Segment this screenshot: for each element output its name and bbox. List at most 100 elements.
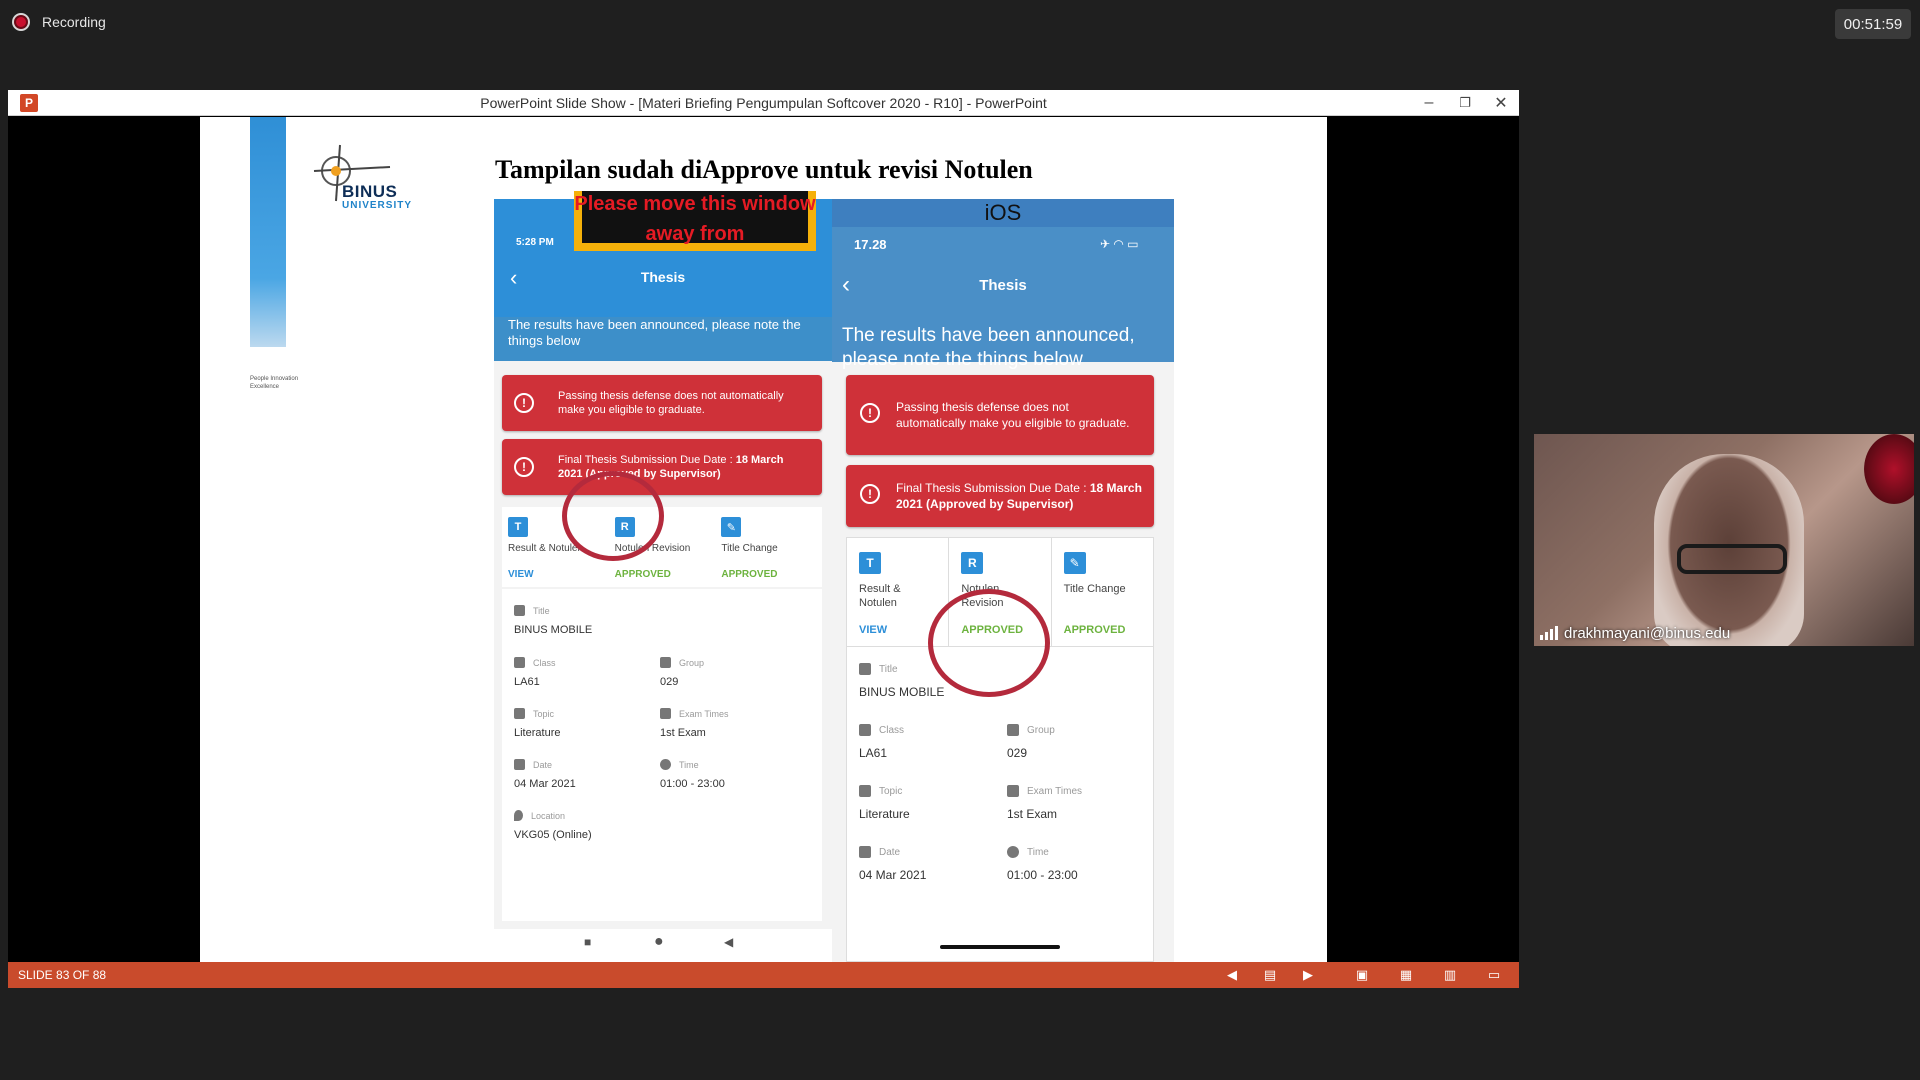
previous-slide-icon[interactable]: ◀	[1224, 967, 1240, 983]
group-icon	[660, 657, 671, 668]
tile-label: Title Change	[1063, 583, 1126, 595]
binus-logo-name: BINUS	[342, 182, 398, 201]
slide-counter: SLIDE 83 OF 88	[18, 968, 107, 982]
restore-button[interactable]: ❐	[1447, 90, 1483, 116]
android-alert-graduate: ! Passing thesis defense does not automa…	[502, 375, 822, 431]
detail-time: Time 01:00 - 23:00	[1007, 846, 1078, 882]
clock-icon	[660, 759, 671, 770]
decorative-strip	[250, 117, 286, 347]
notes-icon[interactable]: ▤	[1262, 967, 1278, 983]
binus-logo-sub: UNIVERSITY	[342, 200, 413, 211]
powerpoint-window: P PowerPoint Slide Show - [Materi Briefi…	[8, 90, 1519, 988]
participant-video[interactable]: drakhmayani@binus.edu	[1534, 434, 1914, 646]
minimize-button[interactable]: –	[1411, 90, 1447, 116]
next-slide-icon[interactable]: ▶	[1300, 967, 1316, 983]
detail-title: Title BINUS MOBILE	[514, 605, 593, 636]
document-icon: T	[859, 552, 881, 574]
slide-sorter-icon[interactable]: ▦	[1398, 967, 1414, 983]
tile-status-approved: APPROVED	[721, 569, 778, 580]
document-icon: T	[508, 517, 528, 537]
android-screen-title: Thesis	[640, 269, 686, 285]
group-icon	[1007, 724, 1019, 736]
tagline: People Innovation Excellence	[250, 376, 299, 390]
warning-icon: !	[860, 484, 880, 504]
calendar-icon	[514, 759, 525, 770]
title-icon	[859, 663, 871, 675]
signal-strength-icon	[1540, 626, 1558, 640]
alert-text: Passing thesis defense does not automati…	[558, 390, 784, 416]
home-icon: ●	[654, 933, 664, 950]
person-icon	[514, 657, 525, 668]
tile-view-link: VIEW	[508, 569, 534, 580]
tile-status-approved: APPROVED	[614, 569, 671, 580]
edit-icon: ✎	[1063, 552, 1086, 574]
reading-view-icon[interactable]: ▥	[1442, 967, 1458, 983]
calendar-icon	[1007, 785, 1019, 797]
location-pin-icon	[514, 810, 523, 821]
detail-group: Group 029	[660, 657, 705, 688]
ios-status-icons: ✈ ◠ ▭	[1100, 237, 1139, 251]
slideshow-view-icon[interactable]: ▭	[1486, 967, 1502, 983]
ios-status-time: 17.28	[854, 237, 887, 252]
detail-class: Class LA61	[859, 724, 905, 760]
background-flower	[1864, 434, 1914, 504]
close-button[interactable]: ✕	[1483, 90, 1519, 116]
participant-name: drakhmayani@binus.edu	[1564, 624, 1731, 642]
ios-home-indicator	[940, 945, 1060, 949]
ios-screen-title: Thesis	[979, 277, 1027, 294]
tile-title-change: ✎ Title Change APPROVED	[1052, 538, 1153, 646]
nav-back-icon: ◀	[724, 935, 734, 949]
android-banner-text: The results have been announced, please …	[508, 317, 801, 348]
window-titlebar[interactable]: P PowerPoint Slide Show - [Materi Briefi…	[8, 90, 1519, 116]
edit-icon: ✎	[721, 517, 742, 537]
android-alert-due-date: ! Final Thesis Submission Due Date : 18 …	[502, 439, 822, 495]
slide-canvas: People Innovation Excellence BINUS UNIVE…	[200, 117, 1327, 962]
clock-icon	[1007, 846, 1019, 858]
recording-indicator[interactable]: Recording	[14, 14, 106, 30]
tile-label: Result & Notulen	[859, 583, 901, 609]
recording-label: Recording	[42, 14, 106, 30]
detail-group: Group 029	[1007, 724, 1055, 760]
ios-banner-text: The results have been announced, please …	[842, 325, 1135, 370]
record-icon	[14, 15, 28, 29]
detail-class: Class LA61	[514, 657, 556, 688]
slideshow-statusbar: SLIDE 83 OF 88 ◀ ▤ ▶ ▣ ▦ ▥ ▭	[8, 962, 1519, 988]
android-nav-bar: ■ ● ◀	[494, 929, 832, 959]
book-icon	[514, 708, 525, 719]
book-icon	[859, 785, 871, 797]
ios-label: iOS	[984, 200, 1022, 225]
detail-exam-times: Exam Times 1st Exam	[1007, 785, 1083, 821]
overlay-notice-text: Please move this window away from	[574, 193, 816, 245]
alert-text: Final Thesis Submission Due Date : 18 Ma…	[896, 481, 1142, 511]
ios-alert-graduate: ! Passing thesis defense does not automa…	[846, 375, 1154, 455]
recents-icon: ■	[584, 935, 592, 949]
warning-icon: !	[514, 393, 534, 413]
detail-date: Date 04 Mar 2021	[514, 759, 576, 790]
ios-alert-due-date: ! Final Thesis Submission Due Date : 18 …	[846, 465, 1154, 527]
tile-view-link: VIEW	[859, 624, 888, 636]
calendar-icon	[859, 846, 871, 858]
participant-name-tag: drakhmayani@binus.edu	[1534, 620, 1914, 646]
calendar-icon	[660, 708, 671, 719]
window-title: PowerPoint Slide Show - [Materi Briefing…	[480, 95, 1047, 111]
android-screenshot: 5:28 PM ‹ Thesis The results have been a…	[494, 199, 832, 959]
tile-status-approved: APPROVED	[1063, 624, 1126, 636]
detail-location: Location VKG05 (Online)	[514, 810, 592, 841]
slide-heading: Tampilan sudah diApprove untuk revisi No…	[495, 155, 1033, 184]
highlight-circle-ios	[928, 589, 1050, 697]
warning-icon: !	[860, 403, 880, 423]
tile-label: Title Change	[721, 543, 778, 554]
alert-text: Passing thesis defense does not automati…	[896, 400, 1130, 430]
detail-title: Title BINUS MOBILE	[859, 663, 945, 699]
detail-time: Time 01:00 - 23:00	[660, 759, 725, 790]
detail-topic: Topic Literature	[514, 708, 561, 739]
normal-view-icon[interactable]: ▣	[1354, 967, 1370, 983]
tile-title-change: ✎ Title Change APPROVED	[715, 507, 822, 587]
meeting-timer: 00:51:59	[1835, 9, 1911, 39]
ios-screenshot: iOS 17.28 ✈ ◠ ▭ ‹ Thesis The results hav…	[832, 199, 1174, 962]
highlight-circle-android	[562, 471, 664, 561]
person-icon	[859, 724, 871, 736]
document-icon: R	[961, 552, 984, 574]
android-details: Title BINUS MOBILE Class LA61 Group 029 …	[502, 589, 822, 921]
detail-exam-times: Exam Times 1st Exam	[660, 708, 729, 739]
